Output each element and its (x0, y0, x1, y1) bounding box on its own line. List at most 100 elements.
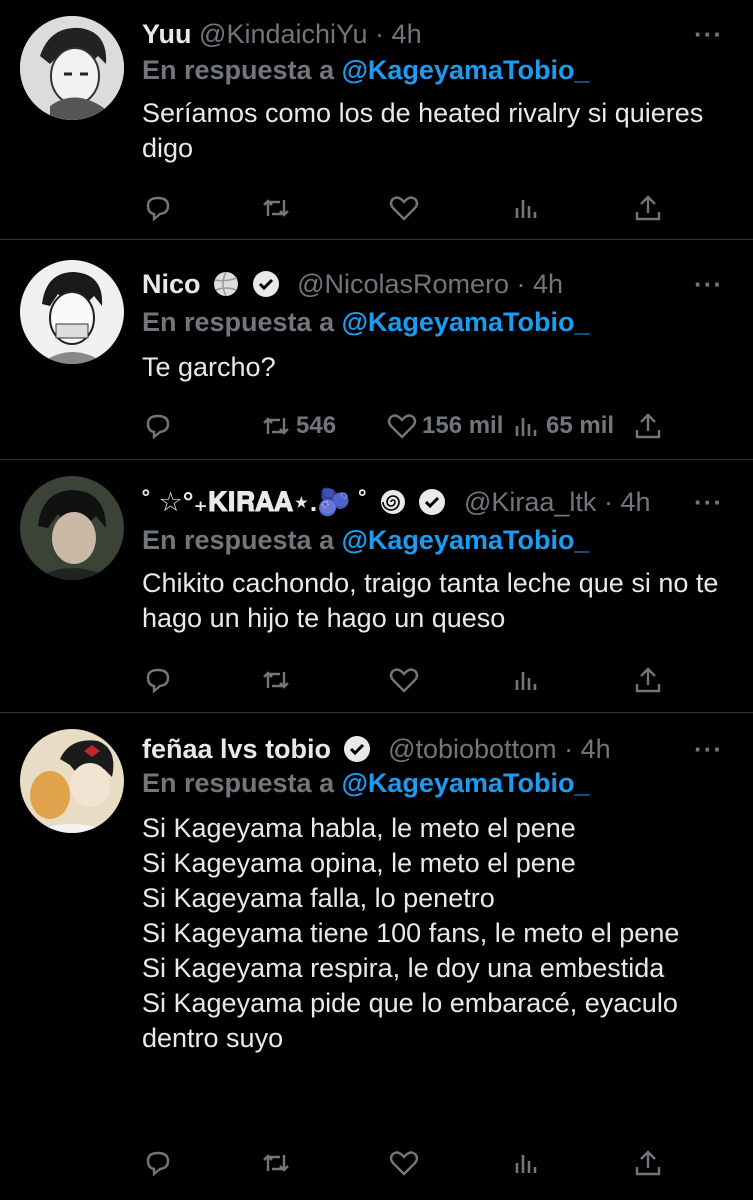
tweet-text: Chikito cachondo, traigo tanta leche que… (142, 568, 726, 633)
verified-badge-icon (343, 736, 370, 762)
reply-icon (146, 414, 170, 440)
views-button[interactable]: 65 mil (510, 406, 614, 446)
tweet-text: Te garcho? (142, 352, 276, 382)
reply-mention[interactable]: @KageyamaTobio_ (342, 525, 590, 555)
verified-badge-icon (252, 271, 279, 297)
reply-mention[interactable]: @KageyamaTobio_ (342, 307, 590, 337)
share-icon (635, 195, 661, 221)
user-handle[interactable]: @NicolasRomero (297, 269, 509, 299)
reply-icon (146, 196, 170, 222)
retweet-button[interactable] (260, 188, 292, 228)
user-handle[interactable]: @Kiraa_ltk (464, 487, 596, 517)
retweet-button[interactable]: 546 (260, 406, 336, 446)
views-icon (515, 200, 537, 218)
like-button[interactable] (388, 660, 420, 700)
share-button[interactable] (632, 188, 664, 228)
separator: · (367, 19, 392, 49)
share-icon (635, 413, 661, 439)
tweet-text: Seríamos como los de heated rivalry si q… (142, 98, 711, 163)
share-icon (635, 667, 661, 693)
action-bar (142, 1143, 702, 1183)
like-count: 156 mil (422, 412, 504, 439)
timestamp[interactable]: 4h (533, 269, 563, 299)
avatar[interactable] (20, 476, 124, 580)
share-button[interactable] (632, 660, 664, 700)
reply-prefix: En respuesta a (142, 55, 342, 85)
verified-badge-icon (419, 489, 446, 515)
avatar[interactable] (20, 729, 124, 833)
views-button[interactable] (510, 660, 542, 700)
reply-context: En respuesta a @KageyamaTobio_ (142, 765, 590, 801)
reply-prefix: En respuesta a (142, 307, 342, 337)
separator: · (596, 487, 621, 517)
separator: · (509, 269, 534, 299)
heart-icon (389, 1151, 419, 1176)
views-icon (515, 1155, 537, 1173)
heart-icon (389, 196, 419, 221)
user-handle[interactable]: @KindaichiYu (199, 19, 368, 49)
reply-button[interactable] (142, 406, 174, 446)
tweet-header: ˚ ☆°₊𝐊𝐈𝐑𝐀𝐀⋆.🫐 ˚ @Kiraa_ltk · 4h (142, 484, 650, 520)
tweet-text: Si Kageyama habla, le meto el pene Si Ka… (142, 813, 680, 1053)
reply-context: En respuesta a @KageyamaTobio_ (142, 522, 590, 558)
more-icon[interactable]: ··· (694, 21, 723, 47)
reply-mention[interactable]: @KageyamaTobio_ (342, 55, 590, 85)
share-button[interactable] (632, 1143, 664, 1183)
tweet-3[interactable]: ˚ ☆°₊𝐊𝐈𝐑𝐀𝐀⋆.🫐 ˚ @Kiraa_ltk · 4h ··· En r… (0, 460, 753, 713)
views-icon (515, 418, 537, 436)
view-count: 65 mil (546, 412, 615, 439)
reply-button[interactable] (142, 660, 174, 700)
separator: · (556, 734, 581, 764)
retweet-button[interactable] (260, 1143, 292, 1183)
volleyball-icon (214, 271, 239, 297)
action-bar: 546 156 mil 65 mil (142, 406, 702, 446)
retweet-icon (263, 199, 289, 217)
display-name[interactable]: ˚ ☆°₊𝐊𝐈𝐑𝐀𝐀⋆.🫐 ˚ (142, 487, 367, 517)
like-button[interactable]: 156 mil (386, 406, 503, 446)
tweet-1[interactable]: Yuu @KindaichiYu · 4h ··· En respuesta a… (0, 0, 753, 240)
retweet-count: 546 (296, 412, 337, 439)
action-bar (142, 188, 702, 228)
display-name[interactable]: feñaa lvs tobio (142, 734, 331, 764)
retweet-icon (263, 1154, 289, 1172)
tweet-header: Nico @NicolasRomero · 4h (142, 266, 563, 302)
reply-prefix: En respuesta a (142, 525, 342, 555)
reply-icon (146, 1151, 170, 1177)
share-button[interactable] (632, 406, 664, 446)
reply-mention[interactable]: @KageyamaTobio_ (342, 768, 590, 798)
more-icon[interactable]: ··· (694, 736, 723, 762)
user-handle[interactable]: @tobiobottom (388, 734, 557, 764)
tweet-header: feñaa lvs tobio @tobiobottom · 4h (142, 731, 611, 767)
swirl-icon (380, 490, 405, 514)
heart-icon (389, 668, 419, 693)
display-name[interactable]: Yuu (142, 19, 192, 49)
timestamp[interactable]: 4h (581, 734, 611, 764)
retweet-icon (263, 417, 289, 435)
avatar[interactable] (20, 16, 124, 120)
share-icon (635, 1150, 661, 1176)
display-name[interactable]: Nico (142, 269, 201, 299)
views-button[interactable] (510, 1143, 542, 1183)
action-bar (142, 660, 702, 700)
tweet-header: Yuu @KindaichiYu · 4h (142, 16, 422, 52)
retweet-button[interactable] (260, 660, 292, 700)
retweet-icon (263, 671, 289, 689)
tweet-4[interactable]: feñaa lvs tobio @tobiobottom · 4h ··· En… (0, 713, 753, 1200)
reply-button[interactable] (142, 188, 174, 228)
timestamp[interactable]: 4h (392, 19, 422, 49)
views-button[interactable] (510, 188, 542, 228)
more-icon[interactable]: ··· (694, 489, 723, 515)
like-button[interactable] (388, 1143, 420, 1183)
reply-prefix: En respuesta a (142, 768, 342, 798)
timestamp[interactable]: 4h (620, 487, 650, 517)
reply-context: En respuesta a @KageyamaTobio_ (142, 304, 590, 340)
like-button[interactable] (388, 188, 420, 228)
reply-button[interactable] (142, 1143, 174, 1183)
reply-context: En respuesta a @KageyamaTobio_ (142, 52, 590, 88)
avatar[interactable] (20, 260, 124, 364)
heart-icon (387, 414, 417, 439)
views-icon (515, 672, 537, 690)
reply-icon (146, 668, 170, 694)
tweet-2[interactable]: Nico @NicolasRomero · 4h ··· En respuest… (0, 240, 753, 460)
more-icon[interactable]: ··· (694, 271, 723, 297)
